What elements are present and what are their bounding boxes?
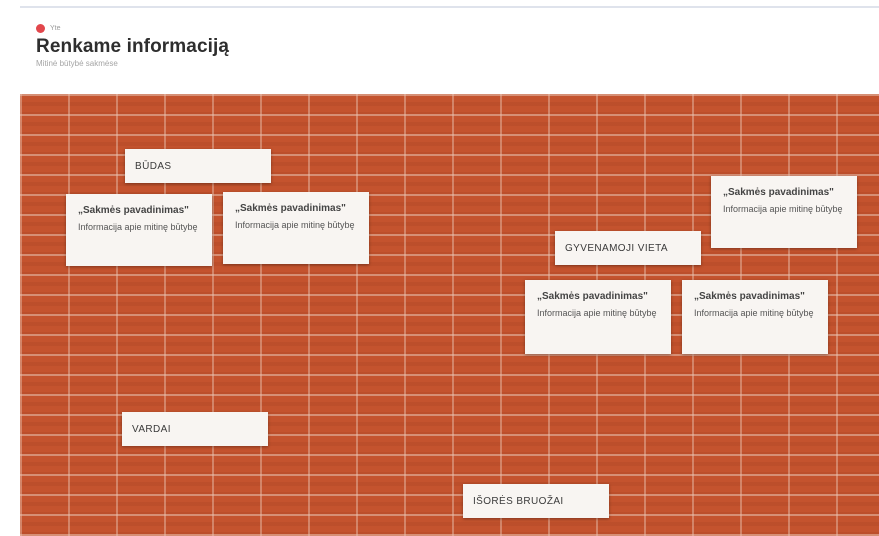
brick-wall-canvas[interactable]: BŪDAS GYVENAMOJI VIETA VARDAI IŠORĖS BRU… [20, 94, 879, 536]
author-row: Yte [20, 22, 860, 34]
author-name: Yte [50, 24, 61, 32]
note-card[interactable]: „Sakmės pavadinimas" Informacija apie mi… [711, 176, 857, 248]
note-card[interactable]: „Sakmės pavadinimas" Informacija apie mi… [223, 192, 369, 264]
top-divider [20, 6, 879, 8]
note-text: Informacija apie mitinę būtybę [537, 308, 657, 318]
note-text: Informacija apie mitinę būtybę [78, 222, 198, 232]
note-card[interactable]: „Sakmės pavadinimas" Informacija apie mi… [525, 280, 671, 354]
note-title: „Sakmės pavadinimas" [694, 291, 805, 302]
note-title: „Sakmės pavadinimas" [723, 187, 834, 198]
section-label: GYVENAMOJI VIETA [565, 242, 668, 254]
section-card-gyvenamoji-vieta[interactable]: GYVENAMOJI VIETA [555, 231, 701, 265]
note-card[interactable]: „Sakmės pavadinimas" Informacija apie mi… [66, 194, 212, 266]
note-text: Informacija apie mitinę būtybę [694, 308, 814, 318]
board-subtitle: Mitinė būtybė sakmėse [36, 59, 118, 68]
board-header: Yte Renkame informaciją Mitinė būtybė sa… [20, 22, 860, 69]
padlet-page: Yte Renkame informaciją Mitinė būtybė sa… [0, 0, 879, 536]
avatar[interactable] [36, 23, 45, 33]
note-text: Informacija apie mitinę būtybę [723, 204, 843, 214]
section-card-vardai[interactable]: VARDAI [122, 412, 268, 446]
note-text: Informacija apie mitinę būtybę [235, 220, 355, 230]
section-card-isores-bruozai[interactable]: IŠORĖS BRUOŽAI [463, 484, 609, 518]
note-title: „Sakmės pavadinimas" [78, 205, 189, 216]
section-card-budas[interactable]: BŪDAS [125, 149, 271, 183]
section-label: IŠORĖS BRUOŽAI [473, 495, 564, 507]
board-title: Renkame informaciją [36, 36, 230, 57]
note-title: „Sakmės pavadinimas" [235, 203, 346, 214]
section-label: VARDAI [132, 423, 171, 435]
note-title: „Sakmės pavadinimas" [537, 291, 648, 302]
note-card[interactable]: „Sakmės pavadinimas" Informacija apie mi… [682, 280, 828, 354]
section-label: BŪDAS [135, 160, 172, 172]
